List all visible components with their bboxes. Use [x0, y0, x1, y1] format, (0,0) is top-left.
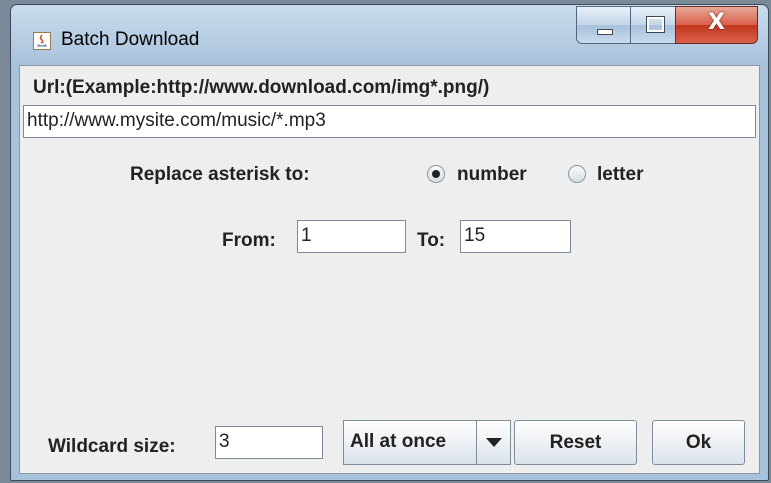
from-label: From:: [222, 230, 276, 251]
letter-radio[interactable]: [568, 165, 586, 183]
from-input[interactable]: 1: [297, 220, 406, 253]
ok-button[interactable]: Ok: [652, 420, 745, 465]
maximize-button[interactable]: [630, 6, 676, 44]
number-radio[interactable]: [427, 165, 445, 183]
number-radio-label[interactable]: number: [457, 164, 527, 186]
title-bar[interactable]: Batch Download X: [11, 5, 768, 65]
batch-download-window: Batch Download X Url:(Example:http://www…: [10, 4, 769, 481]
to-input[interactable]: 15: [460, 220, 571, 253]
maximize-icon: [646, 16, 665, 33]
close-button[interactable]: X: [675, 6, 758, 44]
java-coffee-icon[interactable]: [33, 32, 51, 50]
minimize-icon: [597, 29, 613, 35]
chevron-down-icon[interactable]: [476, 421, 510, 464]
wildcard-size-input[interactable]: 3: [215, 426, 323, 459]
wildcard-size-label: Wildcard size:: [48, 436, 176, 457]
replace-label: Replace asterisk to:: [130, 164, 310, 185]
reset-button[interactable]: Reset: [514, 420, 637, 465]
window-title: Batch Download: [61, 29, 200, 50]
download-mode-select[interactable]: All at once: [343, 420, 511, 465]
download-mode-value: All at once: [350, 431, 447, 452]
url-input[interactable]: http://www.mysite.com/music/*.mp3: [23, 105, 756, 138]
to-label: To:: [417, 230, 446, 251]
url-label: Url:(Example:http://www.download.com/img…: [33, 77, 490, 98]
dialog-content: Url:(Example:http://www.download.com/img…: [19, 65, 760, 474]
letter-radio-label[interactable]: letter: [597, 164, 643, 186]
close-icon: X: [708, 10, 725, 35]
minimize-button[interactable]: [576, 6, 631, 44]
